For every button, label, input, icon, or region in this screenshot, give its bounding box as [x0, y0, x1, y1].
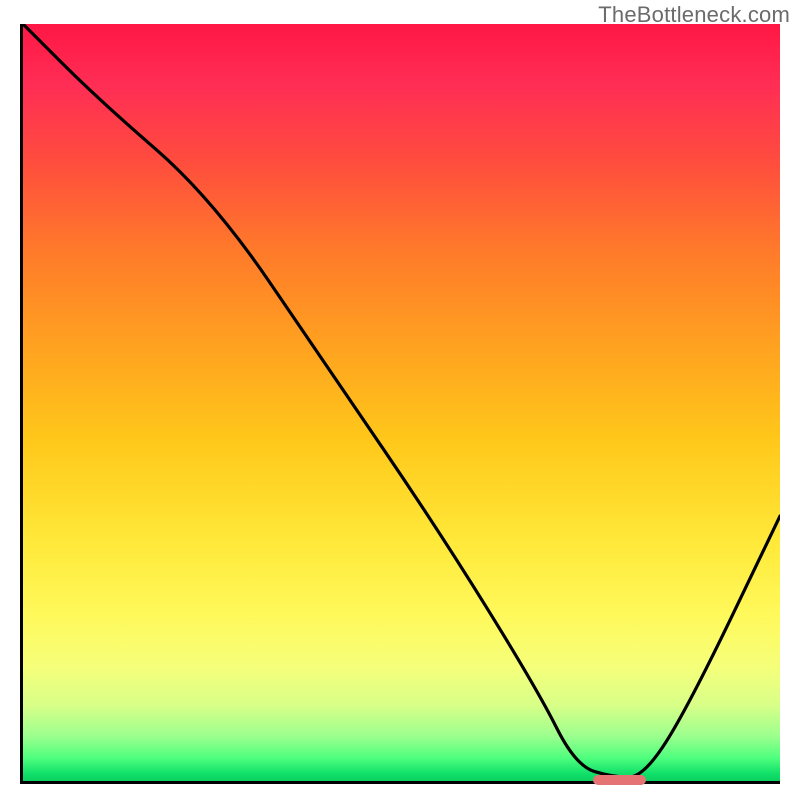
bottleneck-curve [23, 24, 780, 781]
plot-area [20, 24, 780, 784]
chart-container: TheBottleneck.com [0, 0, 800, 800]
curve-path [23, 24, 780, 777]
optimal-range-marker [593, 775, 646, 785]
